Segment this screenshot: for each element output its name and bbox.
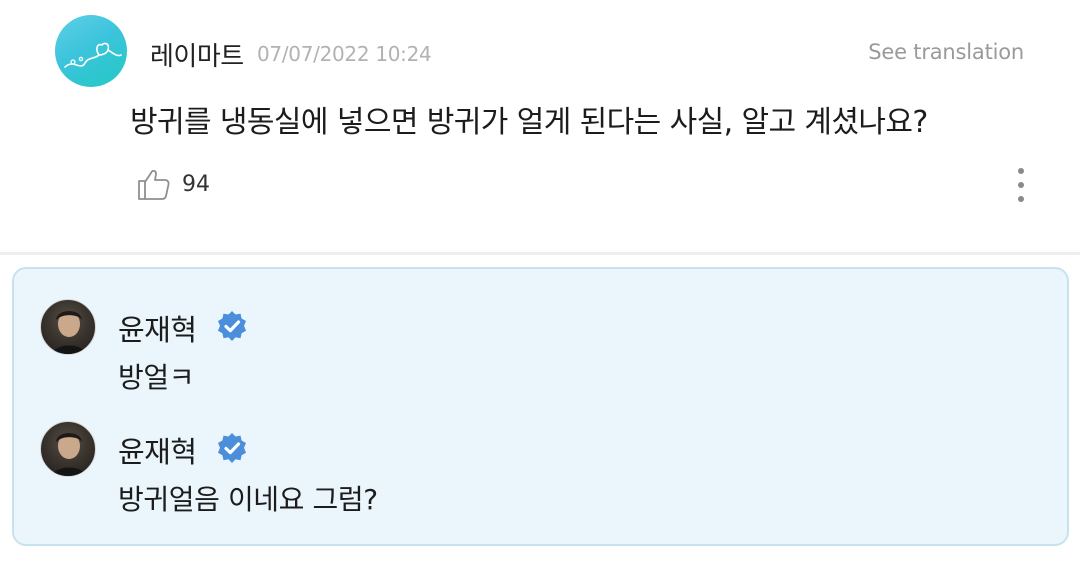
reply-author-name[interactable]: 윤재혁	[118, 429, 197, 471]
more-vertical-icon[interactable]	[1010, 165, 1032, 205]
reply-author-avatar[interactable]	[40, 299, 96, 355]
post: 레이마트 07/07/2022 10:24 See translation 방귀…	[0, 0, 1080, 254]
person-photo-icon	[51, 433, 87, 476]
like-button[interactable]	[136, 166, 172, 202]
reply-author-name[interactable]: 윤재혁	[118, 307, 197, 349]
verified-badge-icon	[218, 311, 246, 341]
see-translation-link[interactable]: See translation	[868, 40, 1024, 64]
reply-text: 방귀얼음 이네요 그럼?	[118, 483, 378, 516]
reply-item: 윤재혁 방얼ㅋ	[14, 289, 1067, 399]
post-timestamp: 07/07/2022 10:24	[257, 42, 432, 66]
heart-doodle-icon	[64, 42, 122, 68]
person-photo-icon	[51, 311, 87, 354]
post-author[interactable]: 레이마트	[150, 36, 244, 73]
reply-item: 윤재혁 방귀얼음 이네요 그럼?	[14, 411, 1067, 521]
author-avatar[interactable]	[55, 15, 127, 87]
reply-text: 방얼ㅋ	[118, 361, 195, 394]
divider	[0, 252, 1080, 255]
like-count: 94	[182, 172, 210, 197]
reply-author-avatar[interactable]	[40, 421, 96, 477]
post-text: 방귀를 냉동실에 넣으면 방귀가 얼게 된다는 사실, 알고 계셨나요?	[130, 105, 928, 140]
thumbs-up-icon	[138, 169, 170, 200]
verified-badge-icon	[218, 433, 246, 463]
replies-panel: 윤재혁 방얼ㅋ 윤재혁 방귀얼음 이네요 그럼?	[12, 267, 1069, 546]
